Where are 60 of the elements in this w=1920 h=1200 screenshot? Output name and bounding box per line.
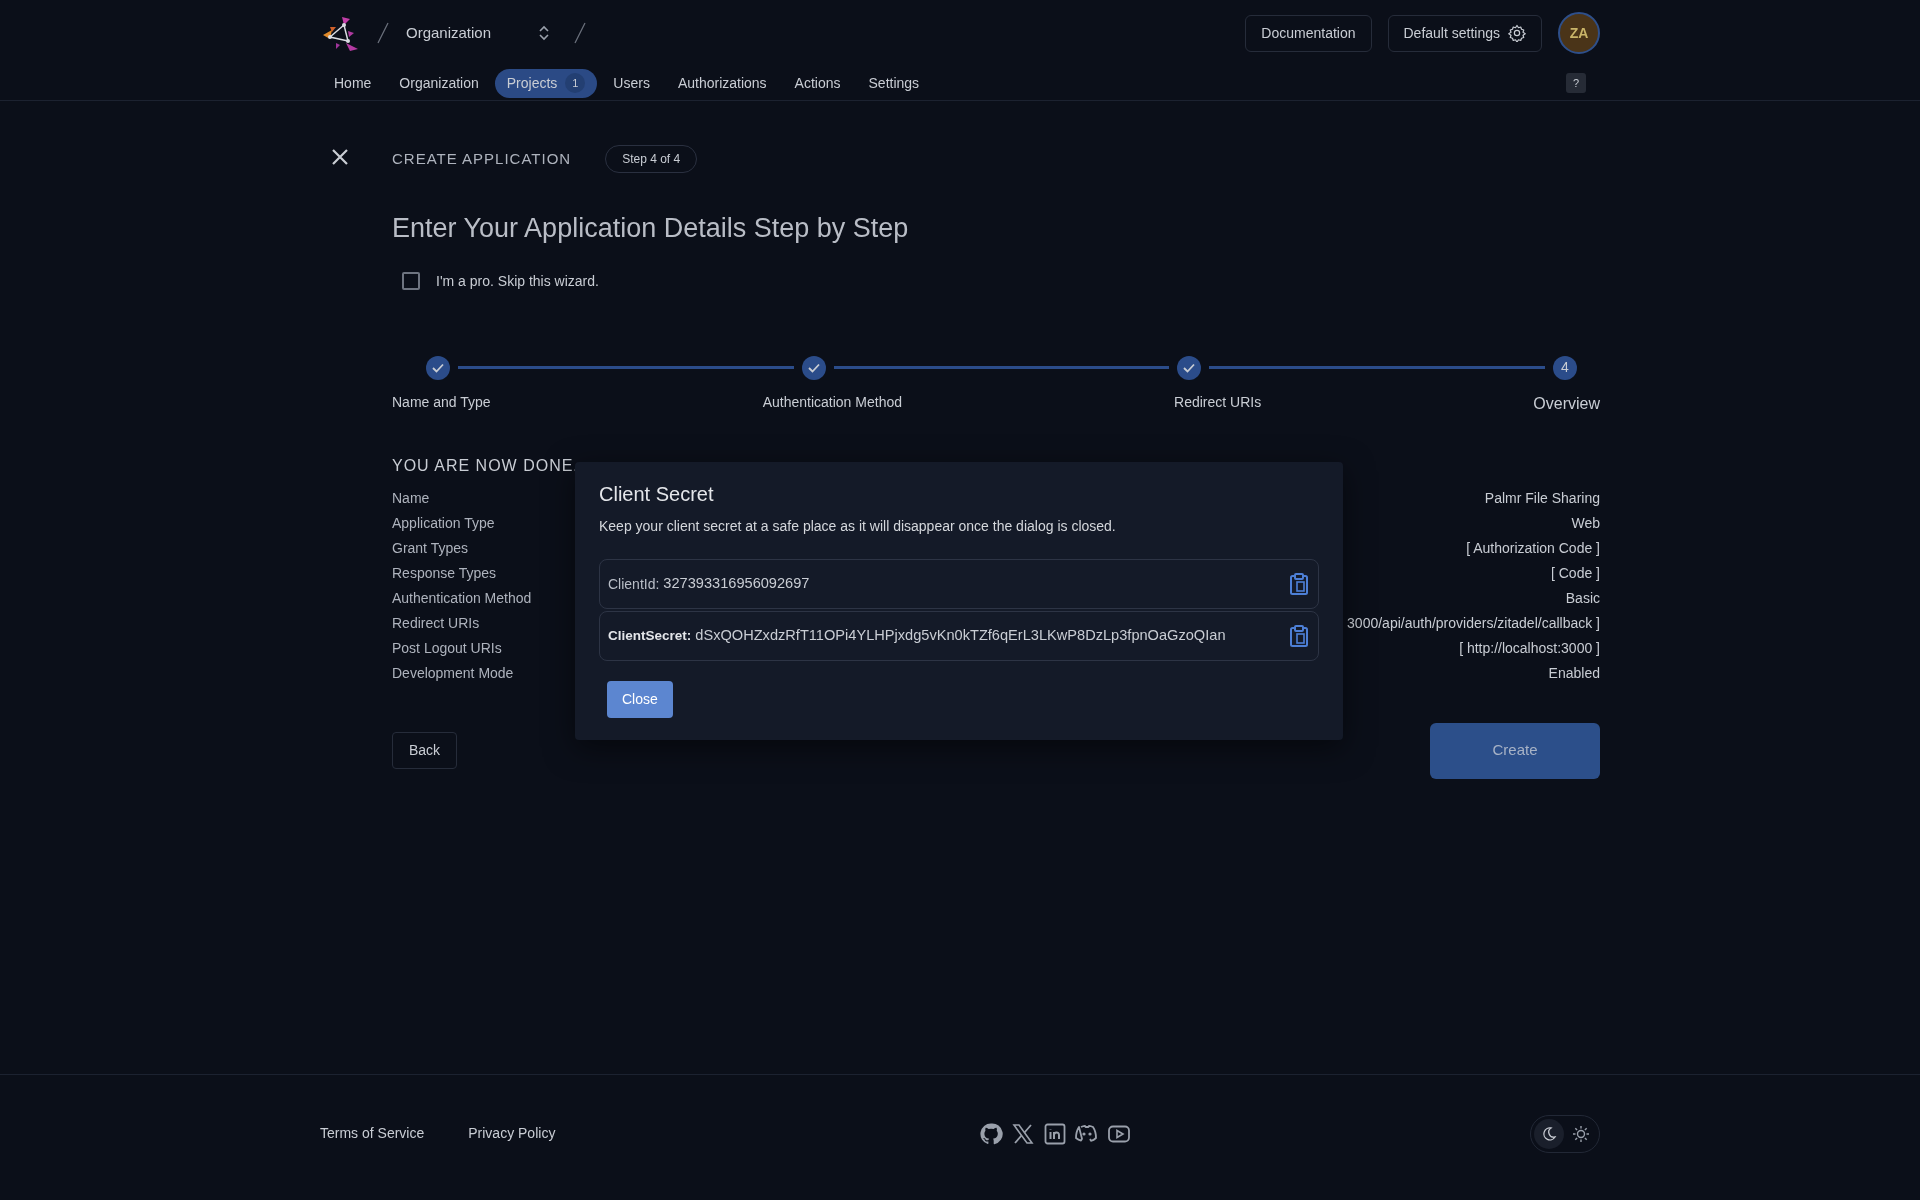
footer-link[interactable]: Privacy Policy [468, 1123, 556, 1144]
overview-value: 3000/api/auth/providers/zitadel/callback ] [1347, 613, 1600, 633]
overview-value: Basic [1565, 588, 1600, 608]
overview-title: YOU ARE NOW DONE. [392, 455, 580, 476]
copy-icon[interactable] [1288, 572, 1310, 596]
overview-value: Palmr File Sharing [1484, 488, 1600, 508]
overview-label: Response Types [392, 563, 497, 583]
slash-separator-icon [573, 21, 588, 45]
nav-tab[interactable]: Home [322, 68, 384, 98]
chevron-up-down-icon[interactable] [539, 25, 550, 41]
field-label: ClientId: [608, 574, 660, 594]
moon-icon[interactable] [1534, 1118, 1564, 1149]
overview-label: Authentication Method [392, 588, 532, 608]
nav-tab[interactable]: Organization [387, 68, 491, 98]
wizard-title: CREATE APPLICATION [392, 148, 572, 169]
overview-value: Enabled [1548, 663, 1600, 683]
nav-tab[interactable]: Authorizations [665, 68, 779, 98]
field-value: 327393316956092697 [663, 574, 811, 594]
help-button[interactable]: ? [1566, 73, 1586, 93]
overview-label: Post Logout URIs [392, 638, 502, 658]
close-button[interactable]: Close [607, 681, 673, 718]
overview-value: [ http://localhost:3000 ] [1459, 638, 1600, 658]
user-avatar[interactable]: ZA [1558, 12, 1600, 54]
overview-label: Name [392, 488, 430, 508]
skip-wizard-label[interactable]: I'm a pro. Skip this wizard. [436, 270, 599, 292]
nav-tab[interactable]: Users [601, 68, 662, 98]
slash-separator-icon [376, 21, 390, 45]
page-heading: Enter Your Application Details Step by Step [392, 212, 910, 245]
step-label: Authentication Method [762, 392, 902, 412]
x-logo-icon[interactable] [1011, 1121, 1035, 1146]
step-number: 4 [1553, 355, 1577, 380]
nav-tab[interactable]: Actions [782, 68, 853, 98]
overview-label: Grant Types [392, 538, 468, 558]
linkedin-icon[interactable] [1043, 1121, 1067, 1146]
copy-icon[interactable] [1288, 624, 1310, 648]
nav-tab[interactable]: Settings [856, 68, 932, 98]
footer-link[interactable]: Terms of Service [320, 1123, 425, 1144]
overview-value: Web [1571, 513, 1600, 533]
field-label: ClientSecret: [608, 626, 692, 645]
step-label: Redirect URIs [1174, 392, 1262, 412]
overview-value: [ Authorization Code ] [1466, 538, 1600, 558]
back-button[interactable]: Back [392, 732, 458, 769]
field-value: dSxQOHZxdzRfT11OPi4YLHPjxdg5vKn0kTZf6qErL3LKwP8DzLp3fpnOaGzoQIan [695, 626, 1227, 646]
github-icon[interactable] [979, 1121, 1003, 1146]
dialog-message: Keep your client secret at a safe place as it will disappear once the dialog is closed. [599, 517, 1117, 536]
skip-wizard-checkbox[interactable] [402, 272, 420, 290]
create-button[interactable]: Create [1430, 722, 1600, 779]
overview-label: Development Mode [392, 663, 514, 683]
nav-tab[interactable]: Projects 1 [494, 68, 598, 98]
documentation-button[interactable]: Documentation [1245, 14, 1372, 52]
dialog-title: Client Secret [599, 482, 715, 506]
step-label: Overview [1533, 393, 1600, 414]
step-label: Name and Type [392, 392, 491, 412]
overview-value: [ Code ] [1550, 563, 1600, 583]
overview-label: Application Type [392, 513, 495, 533]
default-settings-button[interactable]: Default settings [1387, 14, 1542, 52]
breadcrumb-organization[interactable]: Organization [406, 21, 492, 45]
overview-label: Redirect URIs [392, 613, 480, 633]
count-badge: 1 [565, 73, 586, 93]
settings-icon [1508, 24, 1526, 42]
